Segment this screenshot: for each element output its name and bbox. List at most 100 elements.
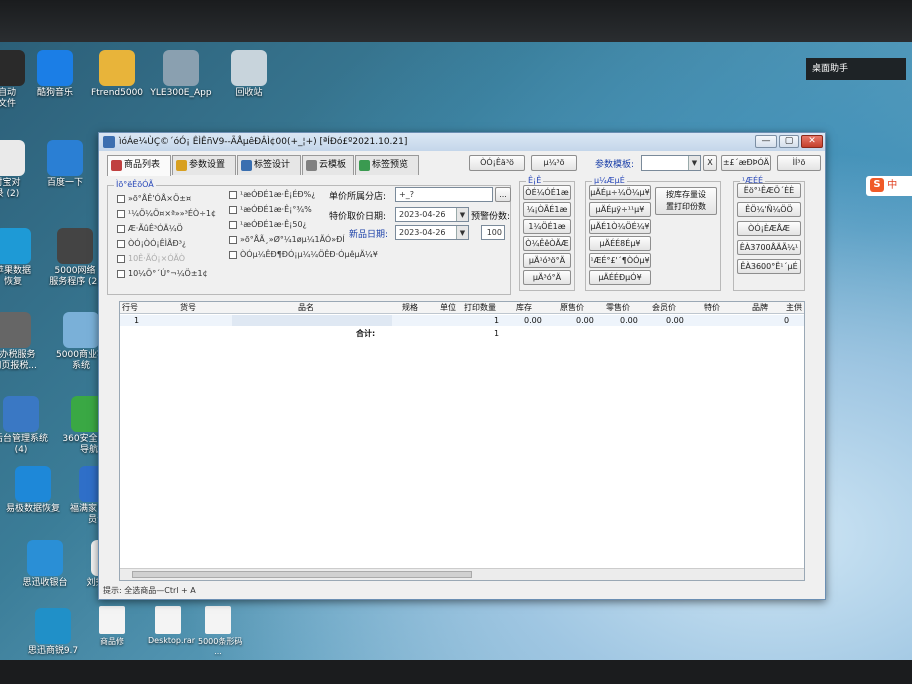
store-field[interactable]: +_? (395, 187, 493, 202)
template-clear-button[interactable]: X (703, 155, 717, 171)
print-output-button[interactable]: ÒÓ¡Êä³ö (469, 155, 525, 171)
desktop-file-icon[interactable]: 5000条形码 ... (198, 606, 242, 656)
option-checkbox[interactable]: »õ°ÅÃ¸»Ø°¼1øµ¼1ÃÓ»ÐÍ (229, 234, 345, 245)
checkbox-box[interactable] (117, 239, 125, 248)
checkbox-box[interactable] (117, 209, 125, 218)
desktop-icon[interactable]: 百度一下 (28, 140, 102, 189)
minimize-button[interactable]: — (755, 135, 777, 148)
checkbox-box[interactable] (229, 235, 237, 244)
column-header[interactable]: 零售价 (606, 302, 630, 314)
exit-button[interactable]: ÌÍ³ö (777, 155, 821, 171)
column-header[interactable]: 库存 (516, 302, 532, 314)
desktop-icon-label: YLE300E_App (150, 88, 212, 98)
file-label: Desktop.rar (148, 636, 196, 645)
export-button[interactable]: µ¼³ö (531, 155, 577, 171)
column-header[interactable]: 会员价 (652, 302, 676, 314)
desktop-icon[interactable]: YLE300E_App (144, 50, 218, 99)
scroll-thumb[interactable] (132, 571, 472, 578)
app-window[interactable]: ìóÁe¼ÙÇ©´óÓ¡ ÊÌÊñV9--ÃÅµêÐÂÌ¢00(+_¦+) [ª… (98, 132, 826, 600)
print-action-button[interactable]: µÄ¹ó³ö°Ä (523, 253, 571, 268)
table-row[interactable]: 1 1 0.00 0.00 0.00 0.00 0 (120, 315, 804, 326)
tab-product-list[interactable]: 商品列表 (107, 155, 171, 176)
desktop-icon[interactable]: 子办税服务 -网页报税... (0, 312, 50, 372)
template-select[interactable]: ▼ (641, 155, 701, 171)
checkbox-box[interactable] (117, 194, 125, 203)
import-action-button[interactable]: µÄÉµ÷¼Ö¼µ¥ (589, 185, 651, 200)
desktop-icon[interactable]: 思迅收银台 (8, 540, 82, 589)
checkbox-box[interactable] (229, 250, 237, 259)
print-action-button[interactable]: ¼¡ÒÃÉ1æ (523, 202, 571, 217)
file-icon (99, 606, 125, 634)
checkbox-box[interactable] (229, 190, 237, 199)
desktop-file-icon[interactable]: Desktop.rar (148, 606, 195, 645)
ime-indicator[interactable]: S 中 (866, 176, 912, 196)
device-action-button[interactable]: ÊÖ¼'Ñ¼ÖÖ (737, 202, 801, 217)
print-action-button[interactable]: ÒÉ¼ÓÉ1æ (523, 185, 571, 200)
desktop-icon[interactable]: 思迅商锐9.7 (16, 608, 90, 657)
app-shortcut-icon (0, 228, 31, 264)
tab-label-design[interactable]: 标签设计 (237, 155, 301, 175)
import-action-button[interactable]: µÄÉÉ8Éµ¥ (589, 236, 651, 251)
device-action-button[interactable]: ÒÓ¡ÈÆÅÆ (737, 221, 801, 236)
column-header[interactable]: 特价 (704, 302, 720, 314)
tab-param-settings[interactable]: 参数设置 (172, 155, 236, 175)
option-checkbox[interactable]: ÒÓµ¼ÊÐ¶ÐÓ¡µ¼¼ÖÊÐ·ÓµêµÄ¼¥ (229, 249, 378, 260)
maximize-button[interactable]: ▢ (779, 135, 799, 148)
checkbox-box[interactable] (117, 254, 125, 263)
desktop-icon[interactable]: 后台管理系统 (4) (0, 396, 58, 456)
column-header[interactable]: 单位 (440, 302, 456, 314)
option-checkbox[interactable]: ¹æÓÐÉ1æ·Ê¡°¾% (229, 204, 312, 215)
import-action-button[interactable]: µÄÉµÿ÷¹¹µ¥ (589, 202, 651, 217)
option-checkbox[interactable]: ¹æÓÐÉ1æ·Ê¡ÉÐ%¿ (229, 189, 315, 200)
checkbox-box[interactable] (117, 224, 125, 233)
checkbox-box[interactable] (229, 220, 237, 229)
checkbox-box[interactable] (117, 269, 125, 278)
column-header[interactable]: 规格 (402, 302, 418, 314)
cell-supplier: 0 (784, 316, 790, 325)
column-header[interactable]: 品牌 (752, 302, 768, 314)
close-button[interactable]: ✕ (801, 135, 823, 148)
column-header[interactable]: 货号 (180, 302, 196, 314)
device-action-button[interactable]: Ëö°¹ÊÆÖ´ÈÈ (737, 183, 801, 198)
print-action-button[interactable]: 1¼ÖÉ1æ (523, 219, 571, 234)
desktop-assistant-widget[interactable]: 桌面助手 (806, 58, 906, 80)
save-template-button[interactable]: ±£´æÐÞÓÄ (721, 155, 771, 171)
print-action-button[interactable]: µÄ³ó°Ä (523, 270, 571, 285)
cell-print-qty[interactable]: 1 (494, 315, 499, 326)
checkbox-label: »õ°ÅÊ'ÓÅ×Ö±¤ (128, 194, 192, 203)
device-action-button[interactable]: ÊÀ3600°Ë¹´µÉ (737, 259, 801, 274)
desktop-icon[interactable]: Ftrend5000 (80, 50, 154, 99)
print-action-button[interactable]: Ò¼ÊêÒÃÆ (523, 236, 571, 251)
special-date-picker[interactable]: 2023-04-26 ▼ (395, 207, 469, 222)
column-header[interactable]: 主供 (786, 302, 802, 314)
option-checkbox[interactable]: ÒÓ¡ÒÓ¡ÊÌÃÐ³¿ (117, 238, 186, 249)
import-action-button[interactable]: µÄÉ1Ò¼ÖÉ¼¥ (589, 219, 651, 234)
option-checkbox[interactable]: »õ°ÅÊ'ÓÅ×Ö±¤ (117, 193, 191, 204)
tab-cloud-template[interactable]: 云模板 (302, 155, 354, 175)
copies-input[interactable]: 100 (481, 225, 505, 240)
import-action-button[interactable]: ¹ÆÉ°£'´¶ÒÓµ¥ (589, 253, 651, 268)
import-action-button[interactable]: µÄÉÉÐµÓ¥ (589, 270, 651, 285)
column-header[interactable]: 品名 (298, 302, 314, 314)
column-header[interactable]: 打印数量 (464, 302, 496, 314)
option-checkbox[interactable]: Æ·ÃûÊ³ÓÄ¼Ö (117, 223, 183, 234)
column-header[interactable]: 行号 (122, 302, 138, 314)
desktop-icon[interactable]: 回收站 (212, 50, 286, 99)
new-date-picker[interactable]: 2023-04-26 ▼ (395, 225, 469, 240)
option-checkbox[interactable]: ¹æÓÐÉ1æ·Ê¡50¿ (229, 219, 307, 230)
option-checkbox[interactable]: 10¼Ö°´Ú°¬¼Ö±1¢ (117, 268, 208, 279)
store-browse-button[interactable]: ... (495, 187, 511, 202)
column-header[interactable]: 原售价 (560, 302, 584, 314)
stock-qty-copies-button[interactable]: 按库存量设 置打印份数 (655, 187, 717, 215)
option-checkbox[interactable]: ¹¼Ö¼Ö¤×ª»»³ÉÒ÷1¢ (117, 208, 216, 219)
desktop-icon-label: Ftrend5000 (90, 88, 144, 98)
tab-label-preview[interactable]: 标签预览 (355, 155, 419, 175)
title-bar[interactable]: ìóÁe¼ÙÇ©´óÓ¡ ÊÌÊñV9--ÃÅµêÐÂÌ¢00(+_¦+) [ª… (99, 133, 825, 151)
device-action-button[interactable]: ÊÀ3700ÅÄÃ¼¹ (737, 240, 801, 255)
checkbox-box[interactable] (229, 205, 237, 214)
cell-name[interactable] (232, 315, 392, 326)
desktop-file-icon[interactable]: 商品修 (92, 606, 132, 647)
option-checkbox[interactable]: 10Ê·ÃÓ¡×ÓÃÒ (117, 253, 185, 264)
product-grid[interactable]: 行号 货号 品名 规格 单位 打印数量 库存 原售价 零售价 会员价 特价 品牌 主供 1 1 0.00… (119, 301, 805, 581)
horizontal-scrollbar[interactable] (120, 568, 804, 580)
